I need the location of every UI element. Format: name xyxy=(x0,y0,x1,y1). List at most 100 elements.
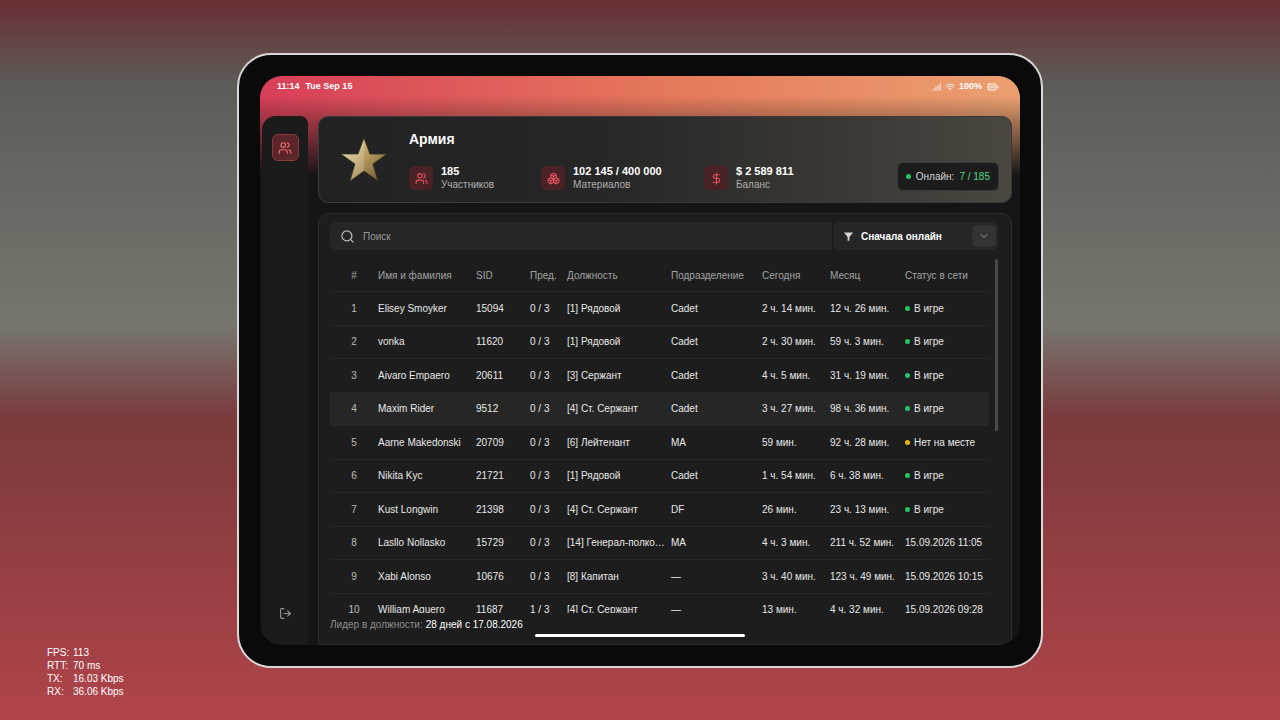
table-row[interactable]: 6Nikita Kyc217210 / 3[1] РядовойCadet1 ч… xyxy=(330,459,989,493)
member-warnings: 0 / 3 xyxy=(530,535,567,550)
table-row[interactable]: 8Lasllo Nollasko157290 / 3[14] Генерал-п… xyxy=(330,526,989,560)
org-stat-value: $ 2 589 811 xyxy=(736,165,794,178)
member-name: vonka xyxy=(378,334,476,349)
member-sid: 11687 xyxy=(476,602,530,613)
member-sid: 21721 xyxy=(476,468,530,483)
member-sid: 21398 xyxy=(476,502,530,517)
member-month: 12 ч. 26 мин. xyxy=(830,301,905,316)
member-sid: 9512 xyxy=(476,401,530,416)
member-month: 92 ч. 28 мин. xyxy=(830,435,905,450)
member-warnings: 0 / 3 xyxy=(530,435,567,450)
wifi-icon xyxy=(945,82,955,92)
member-today: 26 мин. xyxy=(762,502,830,517)
member-division: MA xyxy=(671,535,762,550)
member-month: 23 ч. 13 мин. xyxy=(830,502,905,517)
column-header: Сегодня xyxy=(762,268,830,283)
member-sid: 20709 xyxy=(476,435,530,450)
tablet-screen: 11:14Tue Sep 15100%Армия185Участников102… xyxy=(260,76,1020,645)
sort-label: Сначала онлайн xyxy=(861,229,942,244)
member-warnings: 1 / 3 xyxy=(530,602,567,613)
status-dot xyxy=(905,507,910,512)
leader-label: Лидер в должности: xyxy=(330,617,423,632)
battery-icon xyxy=(986,81,1000,93)
search-field[interactable]: Поиск xyxy=(330,222,832,250)
member-status: Нет на месте xyxy=(905,435,989,450)
status-bar: 11:14Tue Sep 15100% xyxy=(260,76,1020,98)
org-stat-value: 185 xyxy=(441,165,494,178)
search-placeholder: Поиск xyxy=(363,229,391,244)
status-time: 11:14 xyxy=(277,80,300,94)
network-stat: RX:36.06 Kbps xyxy=(47,685,124,698)
table-row[interactable]: 5Aarne Makedonski207090 / 3[6] Лейтенант… xyxy=(330,425,989,459)
member-status: 15.09.2026 10:15 xyxy=(905,569,989,584)
table-row[interactable]: 3Aivaro Empaero206110 / 3[3] СержантCade… xyxy=(330,358,989,392)
member-today: 4 ч. 5 мин. xyxy=(762,368,830,383)
member-position: [1] Рядовой xyxy=(567,334,671,349)
sidebar xyxy=(262,116,308,645)
member-warnings: 0 / 3 xyxy=(530,468,567,483)
row-number: 6 xyxy=(330,468,378,483)
member-today: 4 ч. 3 мин. xyxy=(762,535,830,550)
sort-dropdown[interactable]: Сначала онлайн xyxy=(834,222,998,250)
member-warnings: 0 / 3 xyxy=(530,401,567,416)
member-sid: 11620 xyxy=(476,334,530,349)
org-stat-label: Участников xyxy=(441,178,494,191)
org-name: Армия xyxy=(409,130,794,148)
member-warnings: 0 / 3 xyxy=(530,368,567,383)
leader-footer: Лидер в должности:28 дней с 17.08.2026 xyxy=(330,613,998,632)
member-position: [4] Ст. Сержант xyxy=(567,401,671,416)
sidebar-item[interactable] xyxy=(272,134,299,161)
member-status: В игре xyxy=(905,502,989,517)
table-header: #Имя и фамилияSIDПред.ДолжностьПодраздел… xyxy=(330,259,989,291)
org-stat-value: 102 145 / 400 000 xyxy=(573,165,662,178)
tablet-frame: 11:14Tue Sep 15100%Армия185Участников102… xyxy=(237,53,1043,668)
member-warnings: 0 / 3 xyxy=(530,502,567,517)
table-row[interactable]: 10William Aguero116871 / 3[4] Ст. Сержан… xyxy=(330,593,989,614)
member-today: 2 ч. 14 мин. xyxy=(762,301,830,316)
home-indicator[interactable] xyxy=(535,634,745,637)
battery-level: 100% xyxy=(959,80,982,94)
member-warnings: 0 / 3 xyxy=(530,301,567,316)
member-today: 3 ч. 40 мин. xyxy=(762,569,830,584)
table-row[interactable]: 7Kust Longwin213980 / 3[4] Ст. СержантDF… xyxy=(330,492,989,526)
table-row[interactable]: 2vonka116200 / 3[1] РядовойCadet2 ч. 30 … xyxy=(330,325,989,359)
members-panel: Поиск Сначала онлайн #Имя и фамилияSIDПред… xyxy=(318,213,1012,645)
member-division: MA xyxy=(671,435,762,450)
member-month: 211 ч. 52 мин. xyxy=(830,535,905,550)
table-row[interactable]: 1Elisey Smoyker150940 / 3[1] РядовойCade… xyxy=(330,291,989,325)
table-area: #Имя и фамилияSIDПред.ДолжностьПодраздел… xyxy=(330,259,998,613)
app-body: Армия185Участников102 145 / 400 000Матер… xyxy=(260,98,1020,645)
exit-button[interactable] xyxy=(275,603,295,623)
signal-icon xyxy=(931,82,941,92)
member-name: Maxim Rider xyxy=(378,401,476,416)
table-row[interactable]: 9Xabi Alonso106760 / 3[8] Капитан—3 ч. 4… xyxy=(330,559,989,593)
network-stat: TX:16.03 Kbps xyxy=(47,672,124,685)
online-badge: Онлайн:7 / 185 xyxy=(897,162,999,191)
row-number: 2 xyxy=(330,334,378,349)
column-header: Статус в сети xyxy=(905,268,989,283)
column-header: Пред. xyxy=(530,268,567,283)
status-dot xyxy=(905,406,910,411)
table-row[interactable]: 4Maxim Rider95120 / 3[4] Ст. СержантCade… xyxy=(330,392,989,426)
org-stat: $ 2 589 811Баланс xyxy=(704,165,794,191)
row-number: 5 xyxy=(330,435,378,450)
member-status: В игре xyxy=(905,368,989,383)
row-number: 1 xyxy=(330,301,378,316)
status-dot xyxy=(905,339,910,344)
chevron-down-icon xyxy=(978,230,990,242)
status-dot xyxy=(905,440,910,445)
member-month: 4 ч. 32 мин. xyxy=(830,602,905,613)
status-dot xyxy=(905,373,910,378)
member-status: В игре xyxy=(905,301,989,316)
row-number: 10 xyxy=(330,602,378,613)
member-today: 59 мин. xyxy=(762,435,830,450)
member-name: William Aguero xyxy=(378,602,476,613)
row-number: 3 xyxy=(330,368,378,383)
member-division: — xyxy=(671,569,762,584)
network-stat: RTT:70 ms xyxy=(47,659,124,672)
tablet-area: 11:14Tue Sep 15100%Армия185Участников102… xyxy=(0,0,1280,668)
member-status: 15.09.2026 09:28 xyxy=(905,602,989,613)
row-number: 4 xyxy=(330,401,378,416)
member-division: Cadet xyxy=(671,468,762,483)
scrollbar[interactable] xyxy=(995,259,998,431)
